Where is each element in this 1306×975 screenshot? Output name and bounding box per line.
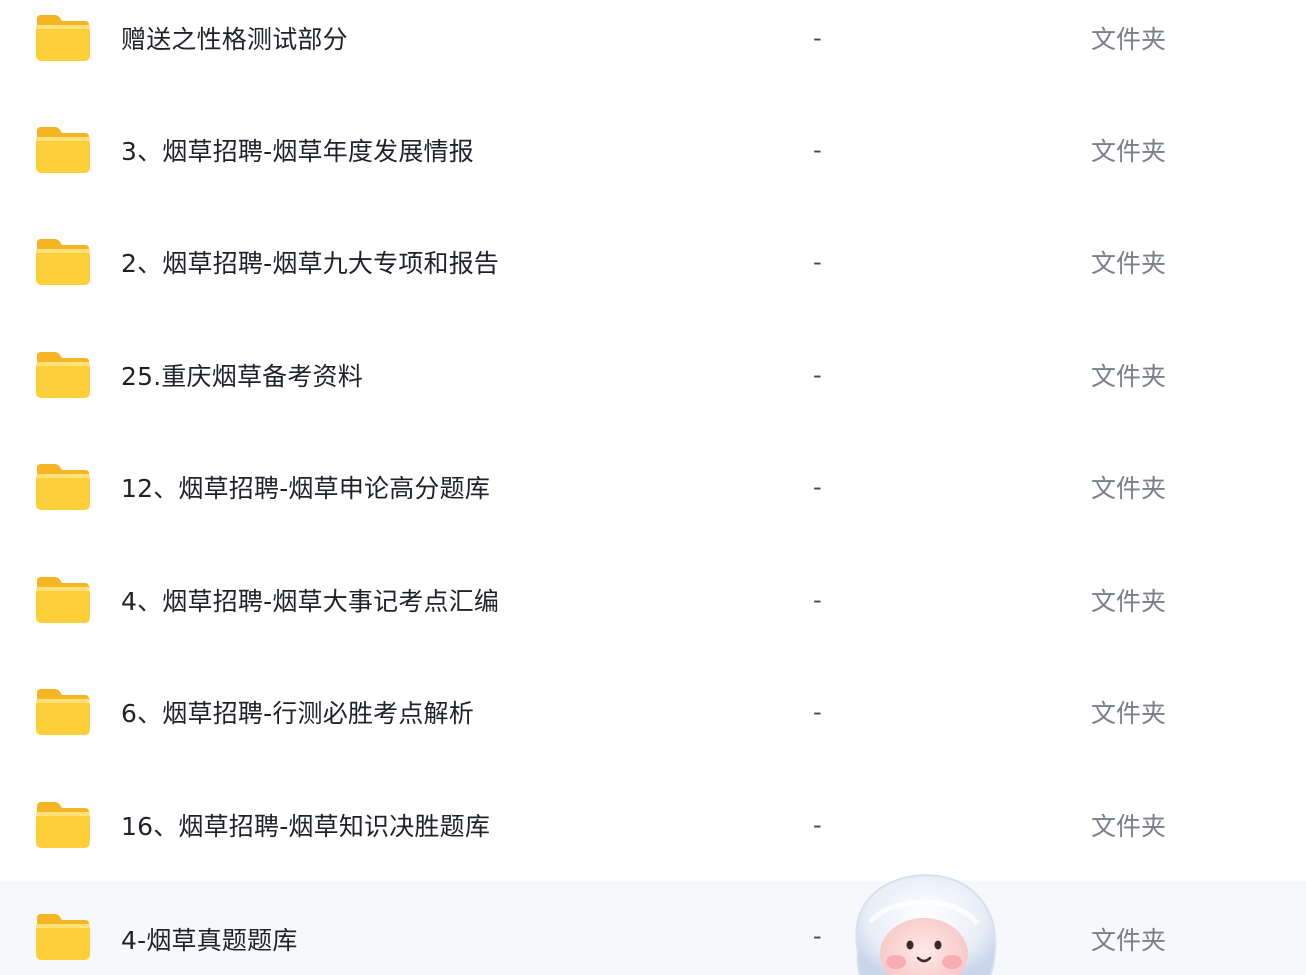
file-size: - (813, 136, 822, 164)
file-size: - (813, 473, 822, 501)
file-name[interactable]: 4-烟草真题题库 (121, 921, 298, 957)
folder-icon (34, 237, 92, 287)
list-item[interactable]: 4、烟草招聘-烟草大事记考点汇编 - 文件夹 (0, 544, 1306, 656)
file-type: 文件夹 (1091, 926, 1167, 955)
file-size: - (813, 248, 822, 276)
file-type: 文件夹 (1091, 249, 1167, 278)
file-name[interactable]: 6、烟草招聘-行测必胜考点解析 (121, 694, 474, 730)
file-type: 文件夹 (1091, 25, 1167, 54)
list-item[interactable]: 16、烟草招聘-烟草知识决胜题库 - 文件夹 (0, 769, 1306, 881)
file-type: 文件夹 (1091, 362, 1167, 391)
file-type: 文件夹 (1091, 137, 1167, 166)
file-name[interactable]: 2、烟草招聘-烟草九大专项和报告 (121, 244, 499, 280)
list-item[interactable]: 赠送之性格测试部分 - 文件夹 (0, 0, 1306, 94)
file-name[interactable]: 12、烟草招聘-烟草申论高分题库 (121, 469, 490, 505)
folder-icon (34, 462, 92, 512)
list-item[interactable]: 12、烟草招聘-烟草申论高分题库 - 文件夹 (0, 431, 1306, 543)
file-name[interactable]: 3、烟草招聘-烟草年度发展情报 (121, 132, 474, 168)
file-type: 文件夹 (1091, 587, 1167, 616)
file-list: 赠送之性格测试部分 - 文件夹 3、烟草招聘-烟草年度发展情报 - 文件夹 2、… (0, 0, 1306, 975)
file-name[interactable]: 16、烟草招聘-烟草知识决胜题库 (121, 807, 490, 843)
file-name[interactable]: 4、烟草招聘-烟草大事记考点汇编 (121, 582, 499, 618)
folder-icon (34, 125, 92, 175)
file-type: 文件夹 (1091, 812, 1167, 841)
file-size: - (813, 361, 822, 389)
folder-icon (34, 575, 92, 625)
file-size: - (813, 586, 822, 614)
file-name[interactable]: 25.重庆烟草备考资料 (121, 357, 363, 393)
file-size: - (813, 24, 822, 52)
list-item[interactable]: 25.重庆烟草备考资料 - 文件夹 (0, 319, 1306, 431)
list-item[interactable]: 4-烟草真题题库 - 文件夹 (0, 881, 1306, 975)
list-item[interactable]: 3、烟草招聘-烟草年度发展情报 - 文件夹 (0, 94, 1306, 206)
list-item[interactable]: 2、烟草招聘-烟草九大专项和报告 - 文件夹 (0, 206, 1306, 318)
folder-icon (34, 687, 92, 737)
file-type: 文件夹 (1091, 474, 1167, 503)
list-item[interactable]: 6、烟草招聘-行测必胜考点解析 - 文件夹 (0, 656, 1306, 768)
file-size: - (813, 698, 822, 726)
folder-icon (34, 13, 92, 63)
file-type: 文件夹 (1091, 699, 1167, 728)
folder-icon (34, 912, 92, 962)
folder-icon (34, 350, 92, 400)
file-name[interactable]: 赠送之性格测试部分 (121, 20, 348, 56)
file-size: - (813, 811, 822, 839)
folder-icon (34, 800, 92, 850)
file-size: - (813, 922, 822, 950)
